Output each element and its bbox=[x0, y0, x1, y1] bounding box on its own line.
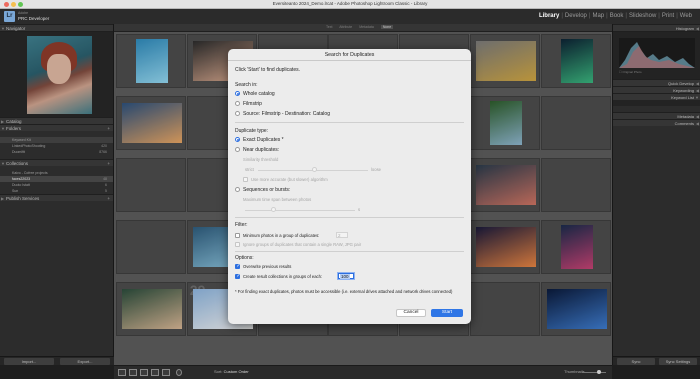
max-time-slider-track[interactable] bbox=[245, 210, 355, 211]
loupe-view-icon[interactable] bbox=[129, 369, 137, 376]
module-book[interactable]: Book bbox=[610, 13, 624, 19]
module-slideshow[interactable]: Slideshow bbox=[629, 13, 656, 19]
source-destination-label[interactable]: Source: Filmstrip - Destination: Catalog bbox=[243, 111, 330, 117]
start-button[interactable]: Start bbox=[431, 309, 463, 317]
dialog-intro-text: Click 'Start' to find duplicates. bbox=[235, 67, 300, 73]
thumbnail-size-slider[interactable] bbox=[582, 370, 606, 374]
whole-catalog-label[interactable]: Whole catalog bbox=[243, 91, 275, 97]
identity-plate: Adobe PRC Developer bbox=[18, 11, 49, 21]
minimum-photos-label[interactable]: Minimum photos in a group of duplicates: bbox=[243, 233, 319, 238]
exact-duplicates-label[interactable]: Exact Duplicates * bbox=[243, 137, 284, 143]
duplicate-type-label: Duplicate type: bbox=[235, 128, 269, 134]
accurate-algorithm-checkbox[interactable] bbox=[243, 177, 248, 182]
module-develop[interactable]: Develop bbox=[565, 13, 587, 19]
similarity-loose-label: loose bbox=[371, 167, 382, 172]
sort-control[interactable]: Sort: Custom Order bbox=[214, 369, 249, 374]
painter-icon[interactable] bbox=[176, 369, 182, 376]
exact-duplicates-note: * For finding exact duplicates, photos m… bbox=[235, 289, 453, 294]
minimum-photos-checkbox[interactable] bbox=[235, 233, 240, 238]
exact-duplicates-radio[interactable] bbox=[235, 137, 240, 142]
dialog-title: Search for Duplicates bbox=[324, 52, 375, 58]
library-toolbar: Sort: Custom Order Thumbnails bbox=[114, 365, 612, 379]
collection-group-size-value: 100 bbox=[340, 274, 350, 279]
brand-line-3: PRC Developer bbox=[18, 16, 50, 21]
module-library[interactable]: Library bbox=[539, 13, 559, 19]
create-collections-label[interactable]: Create result collections in groups of e… bbox=[243, 274, 322, 279]
options-label: Options: bbox=[235, 255, 254, 261]
similarity-strict-label: strict bbox=[245, 167, 254, 172]
max-time-label: Maximum time span between photos bbox=[243, 197, 312, 202]
collection-group-size-field[interactable]: 100 bbox=[338, 273, 354, 279]
accurate-algorithm-label: Use more accurate (but slower) algorithm bbox=[251, 177, 328, 182]
app-header: Lr Adobe PRC Developer Library | Develop | M… bbox=[0, 9, 700, 24]
survey-view-icon[interactable] bbox=[151, 369, 159, 376]
ignore-raw-jpg-checkbox[interactable] bbox=[235, 242, 240, 247]
compare-view-icon[interactable] bbox=[140, 369, 148, 376]
module-web[interactable]: Web bbox=[680, 13, 692, 19]
max-time-slider-knob[interactable] bbox=[271, 207, 276, 212]
max-time-unit: s bbox=[358, 207, 361, 212]
similarity-threshold-label: Similarity threshold bbox=[243, 157, 279, 162]
filter-label: Filter: bbox=[235, 222, 248, 228]
near-duplicates-label[interactable]: Near duplicates: bbox=[243, 147, 279, 153]
overwrite-results-label[interactable]: Overwrite previous results bbox=[243, 264, 291, 269]
source-destination-radio[interactable] bbox=[235, 111, 240, 116]
similarity-slider-knob[interactable] bbox=[312, 167, 317, 172]
grid-view-icon[interactable] bbox=[118, 369, 126, 376]
search-in-label: Search in: bbox=[235, 82, 258, 88]
window-titlebar: Eversiteanto 2024_Demo.lrcat - Adobe Pho… bbox=[0, 0, 700, 9]
search-duplicates-dialog: Search for Duplicates Click 'Start' to f… bbox=[228, 49, 471, 324]
window-title: Eversiteanto 2024_Demo.lrcat - Adobe Pho… bbox=[272, 1, 428, 6]
create-collections-checkbox[interactable] bbox=[235, 273, 241, 279]
lightroom-logo: Lr bbox=[4, 11, 15, 22]
sequences-label[interactable]: Sequences or bursts: bbox=[243, 187, 290, 193]
people-view-icon[interactable] bbox=[162, 369, 170, 376]
cancel-button[interactable]: Cancel bbox=[396, 309, 426, 317]
sort-label: Sort: bbox=[214, 369, 223, 374]
sort-value[interactable]: Custom Order bbox=[224, 369, 249, 374]
module-print[interactable]: Print bbox=[662, 13, 674, 19]
whole-catalog-radio[interactable] bbox=[235, 91, 240, 96]
module-map[interactable]: Map bbox=[592, 13, 604, 19]
ignore-raw-jpg-label: Ignore groups of duplicates that contain… bbox=[243, 242, 362, 247]
filmstrip-label[interactable]: Filmstrip bbox=[243, 101, 262, 107]
overwrite-results-checkbox[interactable] bbox=[235, 263, 241, 269]
minimum-photos-field[interactable]: 2 bbox=[336, 232, 348, 238]
near-duplicates-radio[interactable] bbox=[235, 147, 240, 152]
module-picker: Library | Develop | Map | Book | Slideshow | Print… bbox=[538, 13, 692, 19]
sequences-radio[interactable] bbox=[235, 187, 240, 192]
filmstrip-radio[interactable] bbox=[235, 101, 240, 106]
